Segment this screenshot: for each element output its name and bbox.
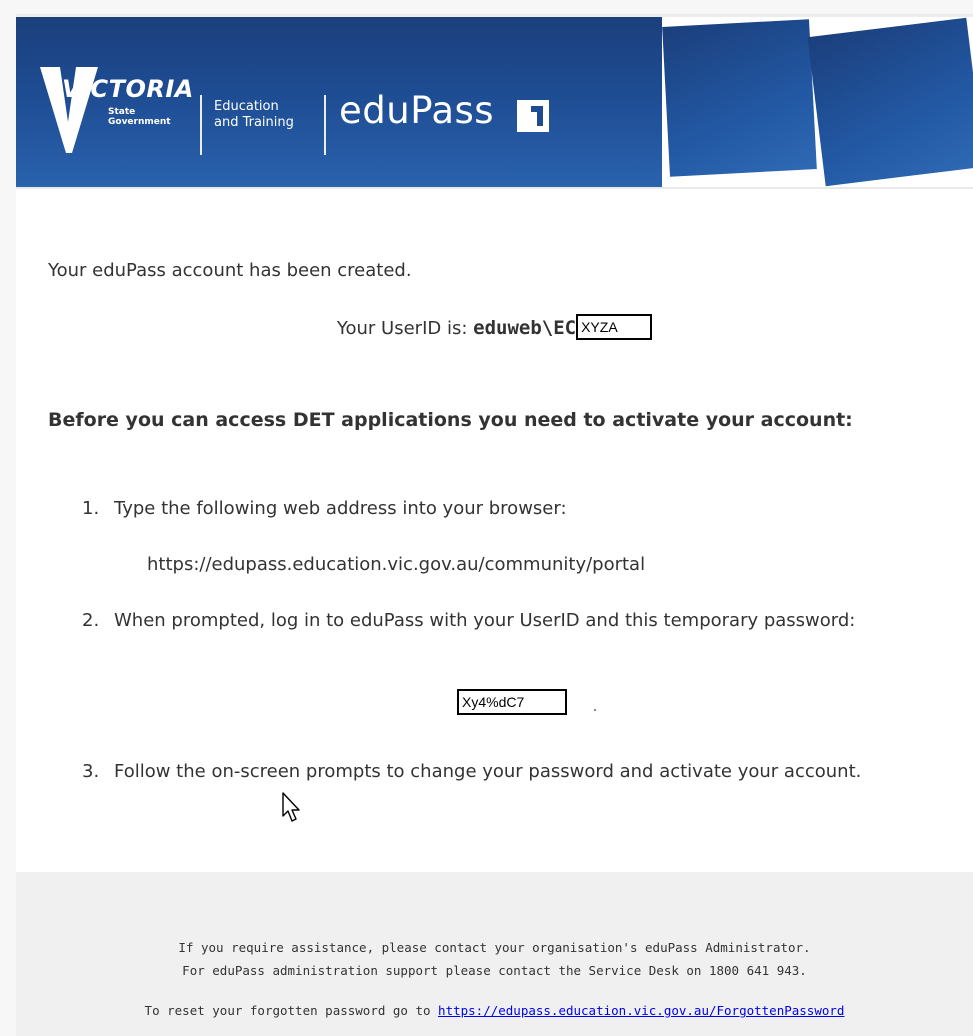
step-item: 3. Follow the on-screen prompts to chang… xyxy=(82,756,962,820)
step-number: 3. xyxy=(82,761,100,782)
email-card: VICTORIA State Government Education and … xyxy=(16,14,973,1036)
reset-password-label: To reset your forgotten password go to xyxy=(144,1003,439,1018)
portal-url: https://edupass.education.vic.gov.au/com… xyxy=(147,554,646,575)
userid-prefix: eduweb\EC xyxy=(473,317,577,339)
step-item: 1. Type the following web address into y… xyxy=(82,493,962,533)
victoria-logo: VICTORIA State Government xyxy=(40,67,193,153)
userid-value: XYZA xyxy=(576,314,653,340)
department-name: Education and Training xyxy=(214,99,294,131)
logo-subtitle: State Government xyxy=(108,107,171,127)
activation-heading: Before you can access DET applications y… xyxy=(48,409,853,431)
header-banner: VICTORIA State Government Education and … xyxy=(16,17,973,189)
mouse-cursor-icon xyxy=(282,792,300,822)
logo-sub-government: Government xyxy=(108,117,171,127)
step-text: Follow the on-screen prompts to change y… xyxy=(114,761,862,782)
department-line-1: Education xyxy=(214,99,279,114)
step-number: 2. xyxy=(82,610,100,631)
banner-decor-tile xyxy=(662,19,817,177)
step-number: 1. xyxy=(82,498,100,519)
step-text: Type the following web address into your… xyxy=(114,498,567,519)
step-item: 2. When prompted, log in to eduPass with… xyxy=(82,605,962,669)
banner-divider xyxy=(16,187,973,189)
edupass-logo-icon xyxy=(517,100,549,132)
forgotten-password-link[interactable]: https://edupass.education.vic.gov.au/For… xyxy=(438,1003,844,1018)
header-separator xyxy=(324,95,326,155)
logo-sub-state: State xyxy=(108,107,136,117)
stray-dot xyxy=(594,709,596,711)
userid-line: Your UserID is: eduweb\EC XYZA xyxy=(16,314,973,342)
userid-label: Your UserID is: xyxy=(336,318,474,339)
reset-password-line: To reset your forgotten password go to h… xyxy=(16,1003,973,1018)
support-text-admin: If you require assistance, please contac… xyxy=(178,940,811,955)
step-text: When prompted, log in to eduPass with yo… xyxy=(114,610,856,631)
account-created-text: Your eduPass account has been created. xyxy=(48,260,412,281)
banner-decor-tile xyxy=(807,17,973,187)
logo-wordmark: VICTORIA xyxy=(62,75,194,103)
support-text-service-desk: For eduPass administration support pleas… xyxy=(182,963,807,978)
temporary-password: Xy4%dC7 xyxy=(457,689,567,715)
email-footer: If you require assistance, please contac… xyxy=(16,872,973,1036)
department-line-2: and Training xyxy=(214,115,294,130)
product-title: eduPass xyxy=(339,89,495,132)
header-separator xyxy=(200,95,202,155)
